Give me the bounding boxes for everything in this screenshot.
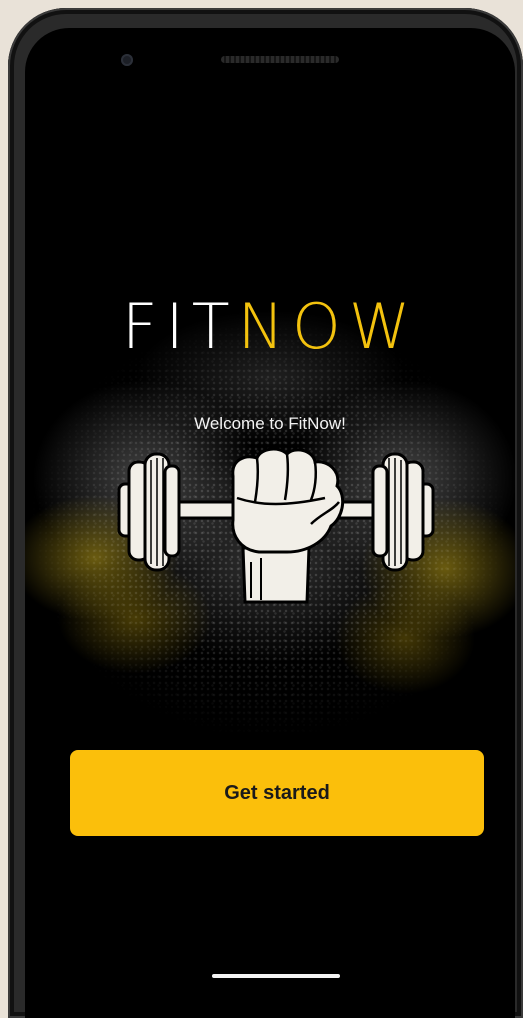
home-indicator[interactable]	[212, 974, 340, 978]
get-started-button[interactable]: Get started	[70, 750, 484, 836]
earpiece-speaker	[221, 56, 339, 63]
front-camera	[121, 54, 133, 66]
logo-now: NOW	[237, 290, 419, 363]
dumbbell-fist-icon	[117, 447, 435, 604]
logo-fit: FIT	[121, 290, 238, 363]
app-screen: FITNOW Welcome to FitNow! Get started	[25, 28, 515, 1018]
app-logo: FITNOW	[25, 296, 515, 358]
welcome-text: Welcome to FitNow!	[194, 414, 346, 433]
phone-frame: FITNOW Welcome to FitNow! Get started	[8, 8, 523, 1018]
